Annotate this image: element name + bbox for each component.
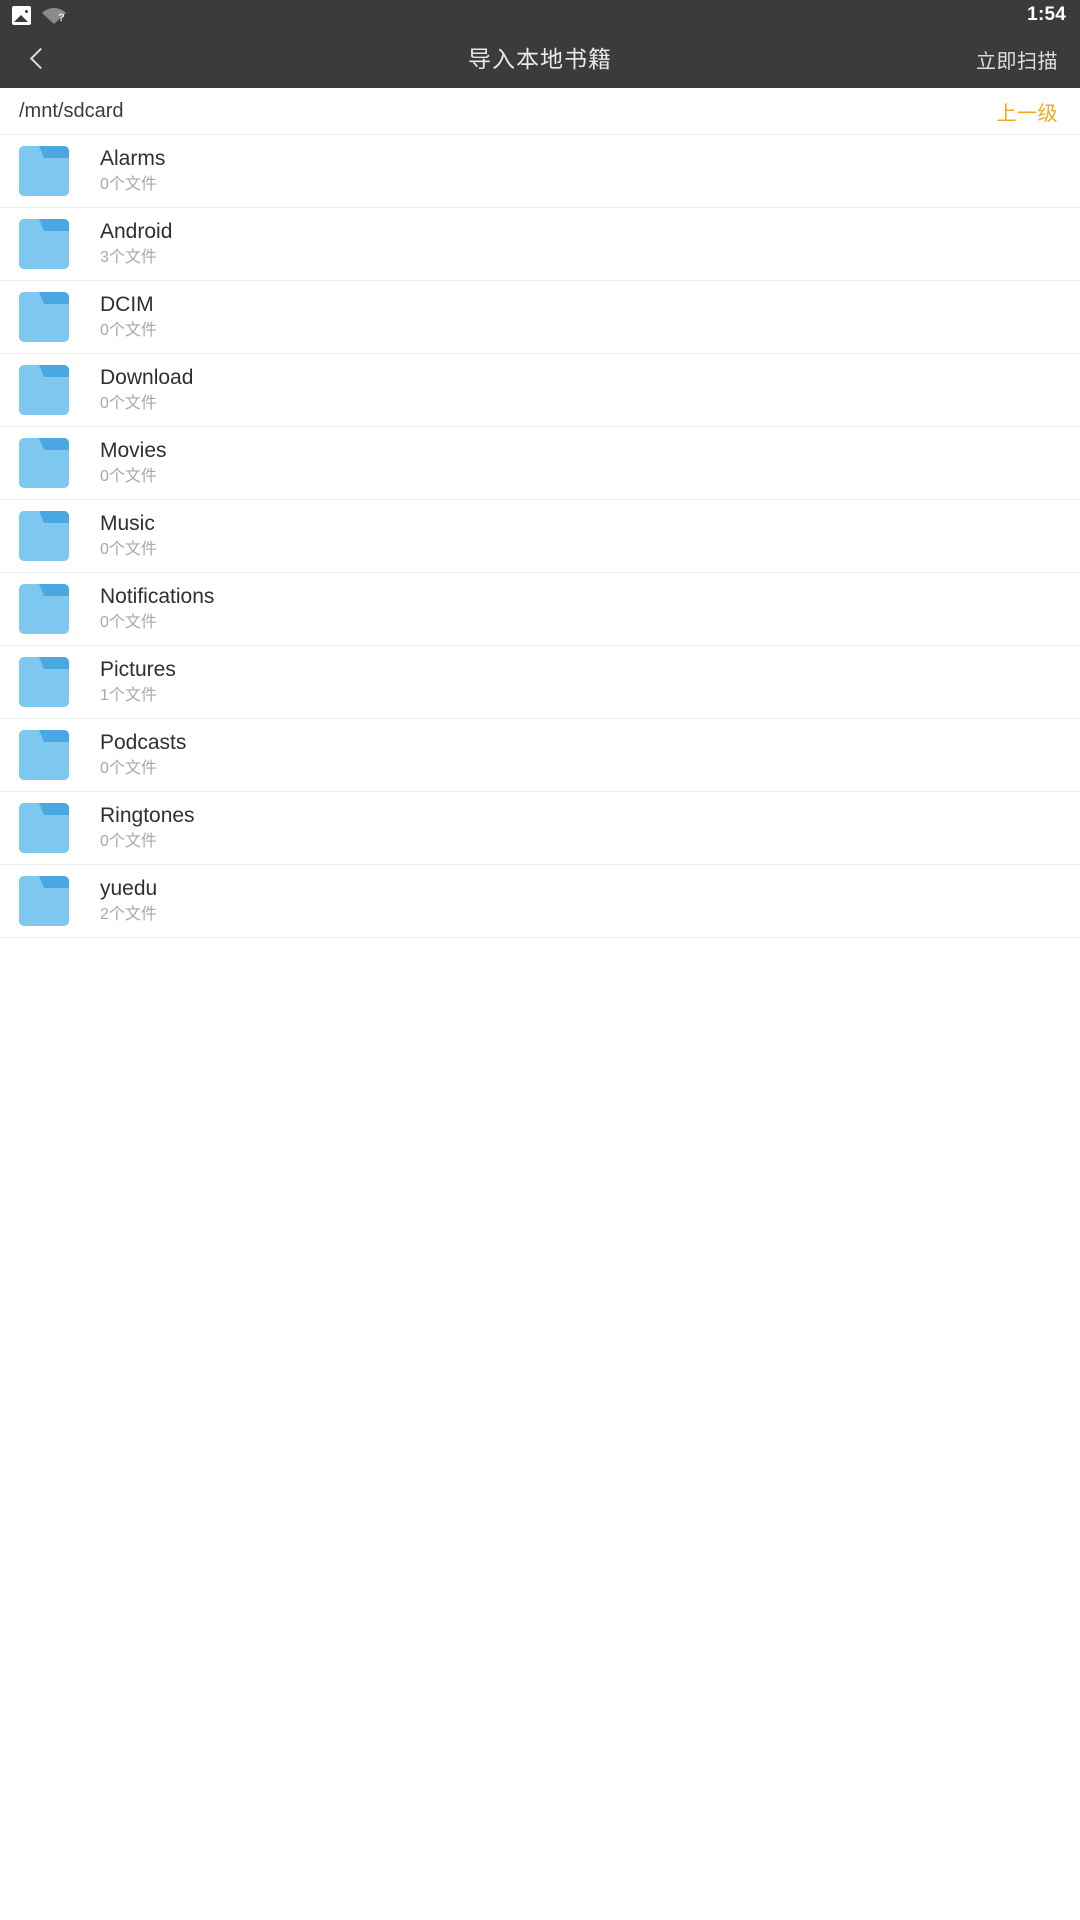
file-meta: Pictures 1个文件 xyxy=(100,657,176,707)
svg-text:?: ? xyxy=(58,12,65,24)
file-name: yuedu xyxy=(100,877,158,900)
folder-icon xyxy=(19,876,69,926)
file-row[interactable]: Music 0个文件 xyxy=(0,500,1080,573)
file-name: Download xyxy=(100,366,194,389)
file-meta: Notifications 0个文件 xyxy=(100,584,214,634)
file-meta: Movies 0个文件 xyxy=(100,438,167,488)
file-row[interactable]: Ringtones 0个文件 xyxy=(0,792,1080,865)
folder-icon xyxy=(19,365,69,415)
file-row[interactable]: Download 0个文件 xyxy=(0,354,1080,427)
file-meta: Podcasts 0个文件 xyxy=(100,730,186,780)
file-row[interactable]: Pictures 1个文件 xyxy=(0,646,1080,719)
folder-icon xyxy=(19,803,69,853)
toolbar: 导入本地书籍 立即扫描 xyxy=(0,30,1080,88)
scan-now-button[interactable]: 立即扫描 xyxy=(976,45,1058,74)
file-name: Movies xyxy=(100,439,167,462)
file-count: 0个文件 xyxy=(100,541,157,558)
folder-icon xyxy=(19,730,69,780)
file-count: 3个文件 xyxy=(100,249,157,266)
status-bar-time: 1:54 xyxy=(1027,4,1066,25)
file-row[interactable]: Android 3个文件 xyxy=(0,208,1080,281)
file-meta: DCIM 0个文件 xyxy=(100,292,157,342)
file-name: Android xyxy=(100,220,173,243)
file-name: Pictures xyxy=(100,658,176,681)
file-count: 0个文件 xyxy=(100,468,157,485)
back-button[interactable] xyxy=(0,30,72,88)
file-name: Podcasts xyxy=(100,731,187,754)
file-row[interactable]: Notifications 0个文件 xyxy=(0,573,1080,646)
status-bar-icons: ? xyxy=(12,5,67,25)
file-name: Music xyxy=(100,512,155,535)
folder-icon xyxy=(19,584,69,634)
file-name: Notifications xyxy=(100,585,215,608)
file-count: 0个文件 xyxy=(100,176,157,193)
status-bar: ? 1:54 xyxy=(0,0,1080,30)
image-icon xyxy=(12,5,31,25)
wifi-unknown-icon: ? xyxy=(41,5,67,25)
file-row[interactable]: Alarms 0个文件 xyxy=(0,135,1080,208)
file-meta: Music 0个文件 xyxy=(100,511,157,561)
file-meta: yuedu 2个文件 xyxy=(100,876,157,926)
file-count: 0个文件 xyxy=(100,614,157,631)
file-count: 0个文件 xyxy=(100,833,157,850)
folder-icon xyxy=(19,657,69,707)
parent-directory-button[interactable]: 上一级 xyxy=(997,97,1059,126)
file-row[interactable]: Movies 0个文件 xyxy=(0,427,1080,500)
path-bar: /mnt/sdcard 上一级 xyxy=(0,88,1080,135)
file-row[interactable]: yuedu 2个文件 xyxy=(0,865,1080,938)
folder-icon xyxy=(19,438,69,488)
file-count: 0个文件 xyxy=(100,395,157,412)
file-name: Alarms xyxy=(100,147,166,170)
current-path: /mnt/sdcard xyxy=(19,99,124,122)
file-name: DCIM xyxy=(100,293,154,316)
chevron-left-icon xyxy=(29,47,43,71)
file-meta: Ringtones 0个文件 xyxy=(100,803,195,853)
page-title: 导入本地书籍 xyxy=(468,46,612,72)
folder-icon xyxy=(19,146,69,196)
file-count: 2个文件 xyxy=(100,906,157,923)
folder-icon xyxy=(19,292,69,342)
file-row[interactable]: DCIM 0个文件 xyxy=(0,281,1080,354)
file-count: 1个文件 xyxy=(100,687,157,704)
file-meta: Alarms 0个文件 xyxy=(100,146,165,196)
folder-icon xyxy=(19,219,69,269)
folder-icon xyxy=(19,511,69,561)
file-name: Ringtones xyxy=(100,804,195,827)
file-meta: Android 3个文件 xyxy=(100,219,172,269)
file-list: Alarms 0个文件 Android 3个文件 DCIM 0个文件 Downl… xyxy=(0,135,1080,938)
file-row[interactable]: Podcasts 0个文件 xyxy=(0,719,1080,792)
file-count: 0个文件 xyxy=(100,322,157,339)
file-count: 0个文件 xyxy=(100,760,157,777)
file-meta: Download 0个文件 xyxy=(100,365,193,415)
